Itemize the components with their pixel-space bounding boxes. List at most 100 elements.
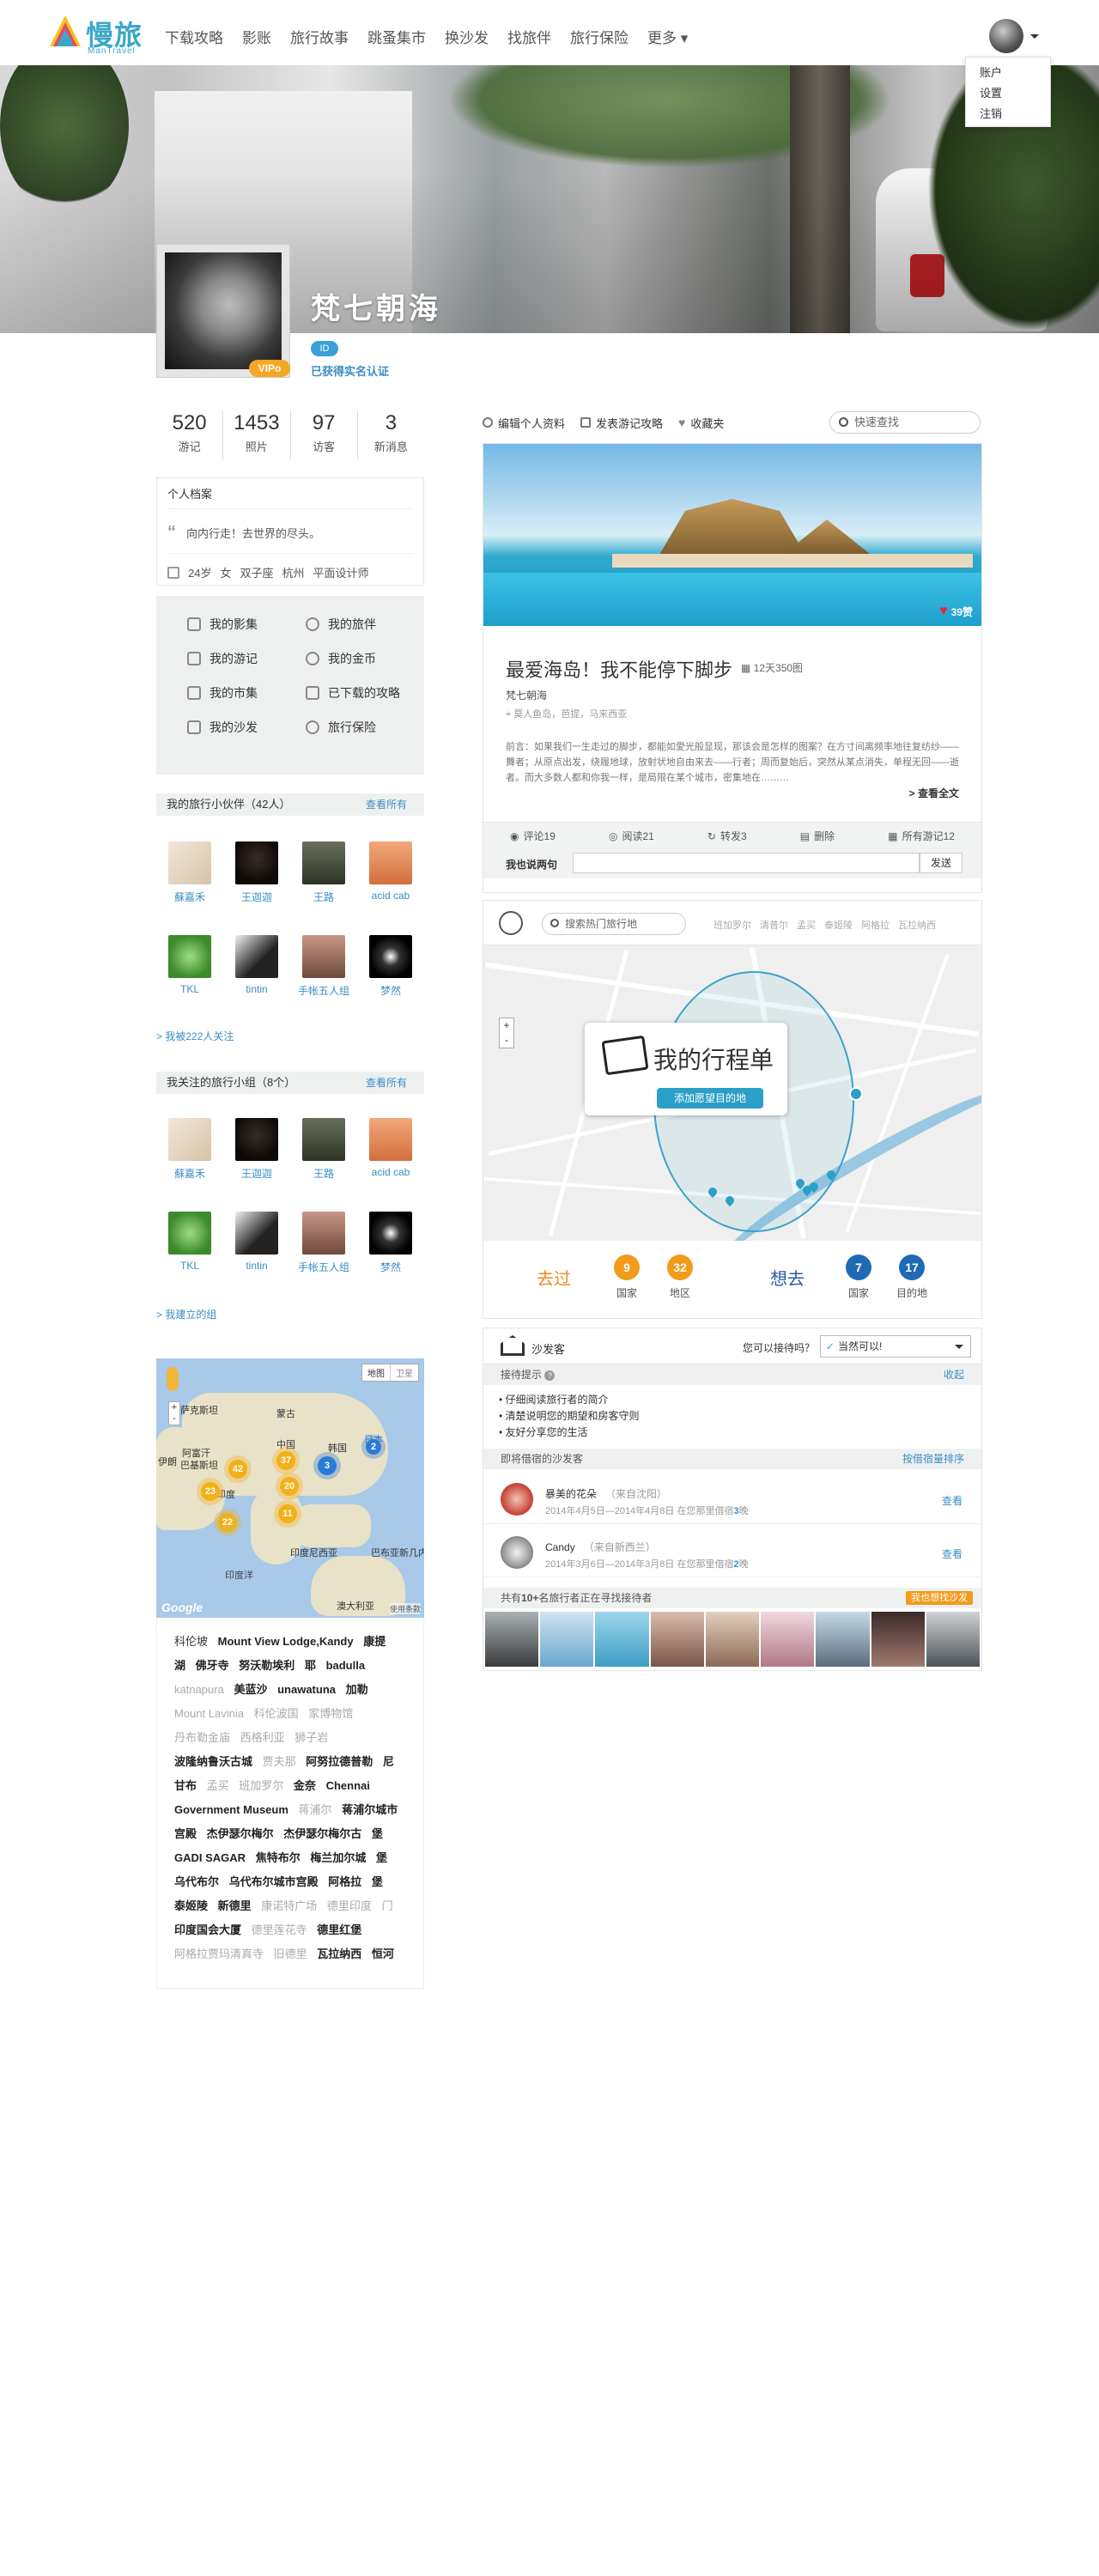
place-tag[interactable]: 恒河 bbox=[372, 1947, 394, 1960]
post-author[interactable]: 梵七朝海 bbox=[506, 688, 547, 702]
quick-search-input[interactable]: 快速查找 bbox=[829, 411, 981, 434]
place-tag[interactable]: 波隆纳鲁沃古城 bbox=[174, 1755, 252, 1768]
delete-button[interactable]: ▤ 删除 bbox=[800, 829, 835, 843]
list-item[interactable]: 王路 bbox=[290, 841, 357, 904]
place-tag[interactable]: 蒋浦尔城市 bbox=[342, 1803, 398, 1816]
hot-destination[interactable]: 泰姬陵 bbox=[824, 918, 853, 932]
guest-name[interactable]: 暴美的花朵 bbox=[545, 1488, 597, 1500]
add-wish-destination-button[interactable]: 添加愿望目的地 bbox=[657, 1088, 763, 1109]
place-tag[interactable]: 印度国会大厦 bbox=[174, 1923, 241, 1936]
user-menu-toggle[interactable] bbox=[989, 19, 1041, 53]
place-tag[interactable]: 蒋浦尔 bbox=[299, 1803, 332, 1816]
want-destinations-count[interactable]: 17 bbox=[899, 1255, 925, 1280]
partners-view-all[interactable]: 查看所有 bbox=[366, 793, 407, 816]
place-tag[interactable]: 科伦坡 bbox=[174, 1635, 208, 1648]
map-type-map[interactable]: 地图 bbox=[362, 1364, 390, 1381]
place-tag[interactable]: Mount View Lodge,Kandy bbox=[218, 1635, 354, 1648]
place-tag[interactable]: 阿格拉贾玛清真寺 bbox=[174, 1947, 264, 1960]
seeker-thumbnail[interactable] bbox=[540, 1612, 594, 1667]
list-item[interactable]: 王迦迦 bbox=[223, 1118, 290, 1181]
place-tag[interactable]: 乌代布尔城市宫殿 bbox=[229, 1875, 319, 1888]
seeker-thumbnail[interactable] bbox=[816, 1612, 870, 1667]
place-tag[interactable]: 佛牙寺 bbox=[196, 1659, 229, 1672]
logo[interactable]: 慢旅 ManTravel bbox=[50, 14, 144, 57]
place-tag[interactable]: 康提 bbox=[363, 1635, 386, 1648]
place-tag[interactable]: 孟买 bbox=[207, 1779, 229, 1792]
menu-coins[interactable]: 我的金币 bbox=[306, 651, 424, 666]
avatar[interactable] bbox=[501, 1536, 533, 1569]
menu-insurance[interactable]: 旅行保险 bbox=[306, 720, 424, 735]
place-tag[interactable]: 堡 bbox=[376, 1851, 387, 1864]
created-groups-link[interactable]: > 我建立的组 bbox=[156, 1307, 216, 1321]
place-tag[interactable]: 努沃勒埃利 bbox=[239, 1659, 294, 1672]
list-item[interactable]: TKL bbox=[156, 935, 223, 998]
list-item[interactable]: acid cab bbox=[357, 841, 424, 904]
place-tag[interactable]: 堡 bbox=[372, 1827, 383, 1840]
list-item[interactable]: 手帐五人组 bbox=[290, 1212, 357, 1274]
map-cluster[interactable]: 37 bbox=[276, 1451, 295, 1470]
stat-messages[interactable]: 3 新消息 bbox=[358, 410, 424, 460]
world-map[interactable]: 地图卫星 +- 萨克斯坦 蒙古 中国 韩国 日本 阿富汗 巴基斯坦 伊朗 印度 … bbox=[156, 1358, 424, 1618]
place-tag[interactable]: 甘布 bbox=[174, 1779, 197, 1792]
been-regions-count[interactable]: 32 bbox=[667, 1255, 693, 1280]
zoom-in[interactable]: + bbox=[503, 1019, 509, 1031]
place-tag[interactable]: 美蓝沙 bbox=[234, 1683, 267, 1696]
hot-destination[interactable]: 班加罗尔 bbox=[713, 918, 751, 932]
list-item[interactable]: 蘇嘉禾 bbox=[156, 841, 223, 904]
list-item[interactable]: acid cab bbox=[357, 1118, 424, 1181]
seeker-thumbnail[interactable] bbox=[650, 1612, 704, 1667]
groups-view-all[interactable]: 查看所有 bbox=[366, 1072, 407, 1094]
nav-item[interactable]: 旅行保险 bbox=[570, 26, 628, 47]
send-button[interactable]: 发送 bbox=[920, 853, 962, 873]
favorites-button[interactable]: ♥ 收藏夹 bbox=[678, 415, 724, 431]
find-sofa-button[interactable]: 我也想找沙发 bbox=[906, 1591, 973, 1605]
list-item[interactable]: 手帐五人组 bbox=[290, 935, 357, 998]
map-zoom-control[interactable]: + - bbox=[499, 1018, 514, 1048]
comment-button[interactable]: ◉ 评论19 bbox=[510, 829, 556, 843]
place-tag[interactable]: 德里莲花寺 bbox=[252, 1923, 307, 1936]
like-count[interactable]: ♥ 39赞 bbox=[939, 604, 973, 619]
hot-destination[interactable]: 瓦拉纳西 bbox=[898, 918, 936, 932]
place-tag[interactable]: Mount Lavinia bbox=[174, 1707, 244, 1720]
map-terms-link[interactable]: 使用条款 bbox=[389, 1603, 421, 1614]
list-item[interactable]: 蘇嘉禾 bbox=[156, 1118, 223, 1181]
place-tag[interactable]: Chennai bbox=[326, 1779, 370, 1792]
place-tag[interactable]: 班加罗尔 bbox=[239, 1779, 283, 1792]
map-cluster[interactable]: 23 bbox=[201, 1482, 220, 1501]
map-type-satellite[interactable]: 卫星 bbox=[390, 1364, 418, 1381]
read-all-link[interactable]: > 查看全文 bbox=[909, 786, 959, 800]
map-cluster[interactable]: 11 bbox=[278, 1504, 297, 1523]
verified-status[interactable]: 已获得实名认证 bbox=[311, 362, 389, 379]
place-tag[interactable]: 杰伊瑟尔梅尔 bbox=[207, 1827, 274, 1840]
city-map[interactable]: + - 我的行程单 添加愿望目的地 bbox=[483, 945, 981, 1241]
avatar[interactable] bbox=[501, 1483, 533, 1516]
list-item[interactable]: TKL bbox=[156, 1212, 223, 1274]
followers-link[interactable]: > 我被222人关注 bbox=[156, 1029, 234, 1043]
place-tag[interactable]: GADI SAGAR bbox=[174, 1851, 246, 1864]
post-cover-photo[interactable]: ♥ 39赞 bbox=[483, 444, 981, 626]
place-tag[interactable]: 西格利亚 bbox=[240, 1731, 285, 1744]
place-tag[interactable]: katnapura bbox=[174, 1683, 224, 1696]
list-item[interactable]: 梦然 bbox=[357, 935, 424, 998]
seeker-thumbnail[interactable] bbox=[871, 1612, 925, 1667]
place-tag[interactable]: 狮子岩 bbox=[294, 1731, 328, 1744]
nav-item[interactable]: 影账 bbox=[242, 26, 271, 47]
place-tag[interactable]: 湖 bbox=[174, 1659, 185, 1672]
map-zoom-control[interactable]: + - bbox=[168, 1401, 180, 1425]
host-availability-select[interactable]: ✓ 当然可以! bbox=[820, 1335, 971, 1358]
list-item[interactable]: 梦然 bbox=[357, 1212, 424, 1274]
place-tag[interactable]: 新德里 bbox=[218, 1899, 252, 1912]
place-tag[interactable]: 康诺特广场 bbox=[261, 1899, 317, 1912]
stat-visitors[interactable]: 97 访客 bbox=[291, 410, 358, 460]
share-button[interactable]: ↻ 转发3 bbox=[707, 829, 747, 843]
place-tag[interactable]: 宫殿 bbox=[174, 1827, 197, 1840]
place-tag[interactable]: 瓦拉纳西 bbox=[317, 1947, 361, 1960]
nav-item[interactable]: 找旅伴 bbox=[507, 26, 551, 47]
guest-name[interactable]: Candy bbox=[545, 1541, 575, 1553]
view-guest-link[interactable]: 查看 bbox=[942, 1493, 962, 1508]
map-cluster[interactable]: 2 bbox=[366, 1439, 381, 1455]
place-tag[interactable]: unawatuna bbox=[277, 1683, 336, 1696]
list-item[interactable]: tintin bbox=[223, 1212, 290, 1274]
pegman-icon[interactable] bbox=[167, 1367, 179, 1391]
publish-journal-button[interactable]: 发表游记攻略 bbox=[580, 415, 663, 431]
